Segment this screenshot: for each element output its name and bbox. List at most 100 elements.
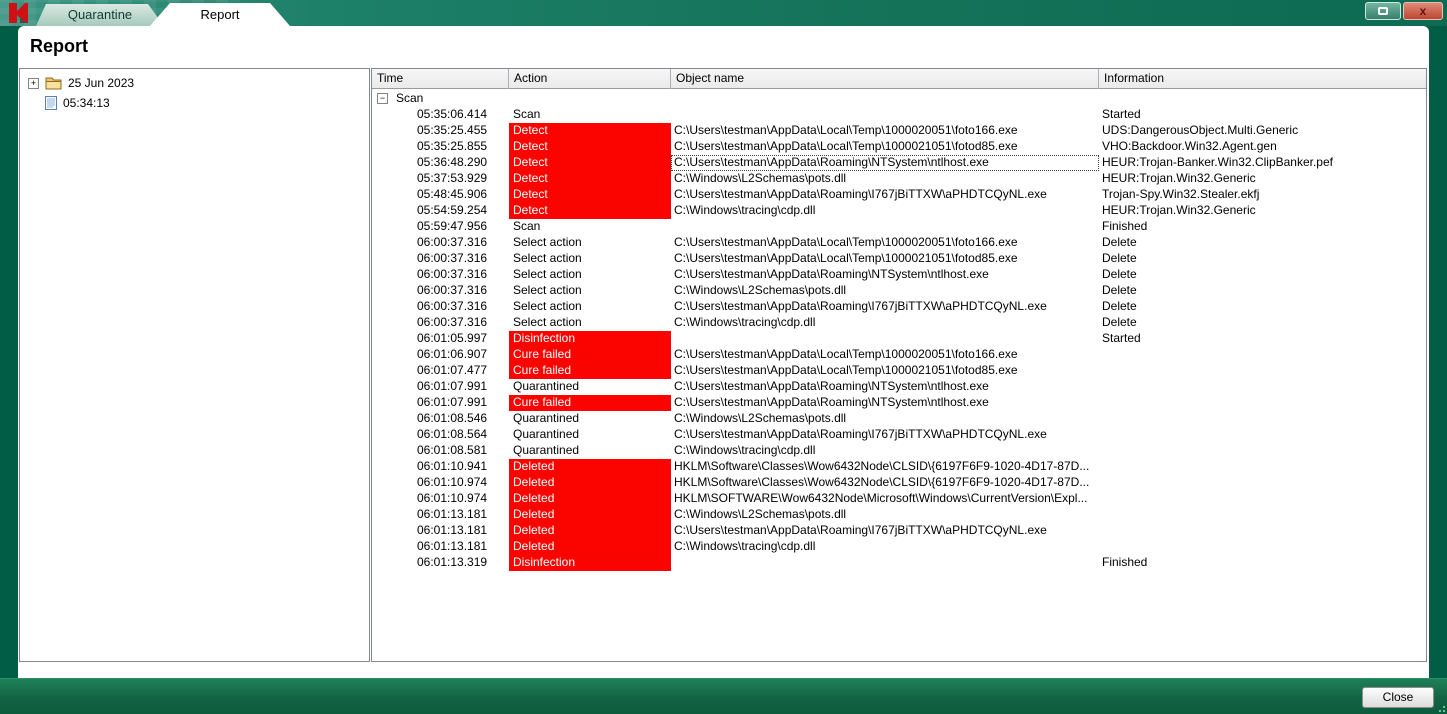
close-button[interactable]: Close: [1362, 687, 1434, 708]
table-row[interactable]: 06:00:37.316 Select action C:\Users\testma…: [372, 299, 1426, 315]
cell-action: Scan: [513, 219, 541, 233]
window-close-button[interactable]: x: [1403, 2, 1443, 20]
cell-action: Cure failed: [509, 363, 671, 379]
cell-time: 05:35:06.414: [417, 107, 488, 121]
cell-action: Deleted: [509, 459, 671, 475]
cell-object: [671, 107, 1099, 123]
table-row[interactable]: 05:35:25.455 Detect C:\Users\testman\AppDa…: [372, 123, 1426, 139]
table-row[interactable]: 06:01:07.991 Cure failed C:\Users\testman\…: [372, 395, 1426, 411]
table-row[interactable]: 06:01:06.907 Cure failed C:\Users\testman\…: [372, 347, 1426, 363]
cell-information: [1099, 459, 1425, 475]
cell-action: Deleted: [509, 507, 671, 523]
table-row[interactable]: 05:36:48.290 Detect C:\Users\testman\AppDa…: [372, 155, 1426, 171]
table-row[interactable]: 06:00:37.316 Select action C:\Windows\L2Sc…: [372, 283, 1426, 299]
cell-information: HEUR:Trojan.Win32.Generic: [1102, 203, 1256, 217]
table-row[interactable]: 06:01:08.564 Quarantined C:\Users\testman\…: [372, 427, 1426, 443]
table-row[interactable]: 05:48:45.906 Detect C:\Users\testman\AppDa…: [372, 187, 1426, 203]
cell-action: Detect: [509, 123, 671, 139]
folder-icon: [45, 77, 62, 89]
table-row[interactable]: 06:01:10.974 Deleted HKLM\Software\Classes…: [372, 475, 1426, 491]
cell-information: [1099, 443, 1425, 459]
cell-action: Select action: [513, 267, 582, 281]
table-row[interactable]: 06:00:37.316 Select action C:\Users\testma…: [372, 235, 1426, 251]
tree-item-time[interactable]: 05:34:13: [20, 93, 110, 113]
table-row[interactable]: 06:01:07.477 Cure failed C:\Users\testman\…: [372, 363, 1426, 379]
column-header-action[interactable]: Action: [509, 69, 671, 89]
table-row[interactable]: 05:37:53.929 Detect C:\Windows\L2Schemas\p…: [372, 171, 1426, 187]
cell-action: Select action: [513, 235, 582, 249]
cell-action: Select action: [513, 283, 582, 297]
table-row[interactable]: 06:01:13.181 Deleted C:\Users\testman\AppD…: [372, 523, 1426, 539]
cell-information: [1099, 507, 1425, 523]
cell-time: 06:00:37.316: [417, 251, 488, 265]
cell-information: Delete: [1102, 235, 1137, 249]
cell-information: Delete: [1102, 315, 1137, 329]
cell-object: [671, 219, 1099, 235]
column-header-time[interactable]: Time: [372, 69, 509, 89]
cell-object: C:\Windows\tracing\cdp.dll: [674, 443, 816, 457]
cell-time: 06:01:07.477: [417, 363, 488, 377]
cell-action: Deleted: [509, 539, 671, 555]
cell-information: Delete: [1102, 283, 1137, 297]
table-row[interactable]: 06:00:37.316 Select action C:\Users\testma…: [372, 267, 1426, 283]
footer-bar: Close: [0, 678, 1447, 714]
cell-object: C:\Users\testman\AppData\Local\Temp\1000…: [674, 251, 1018, 265]
table-row[interactable]: 06:00:37.316 Select action C:\Users\testma…: [372, 251, 1426, 267]
minimize-button[interactable]: [1365, 2, 1401, 20]
cell-action: Cure failed: [509, 395, 671, 411]
expand-icon[interactable]: +: [28, 77, 39, 89]
resize-grip[interactable]: [1435, 702, 1445, 712]
cell-time: 05:54:59.254: [417, 203, 488, 217]
table-row[interactable]: 06:01:13.181 Deleted C:\Windows\L2Schemas\…: [372, 507, 1426, 523]
cell-time: 06:01:13.181: [417, 539, 488, 553]
table-rows: − Scan 05:35:06.414 Scan Started 05:35:25.4…: [372, 91, 1426, 661]
cell-object: C:\Windows\L2Schemas\pots.dll: [674, 507, 847, 521]
table-row[interactable]: 05:35:25.855 Detect C:\Users\testman\AppDa…: [372, 139, 1426, 155]
cell-time: 06:01:13.319: [417, 555, 488, 569]
cell-action: Scan: [513, 107, 541, 121]
table-group-row[interactable]: − Scan: [372, 91, 1426, 107]
table-row[interactable]: 05:59:47.956 Scan Finished: [372, 219, 1426, 235]
cell-object: C:\Users\testman\AppData\Local\Temp\1000…: [674, 123, 1018, 137]
table-row[interactable]: 06:01:10.941 Deleted HKLM\Software\Classes…: [372, 459, 1426, 475]
tab-report[interactable]: Report: [150, 3, 290, 26]
tree-item-label: 25 Jun 2023: [68, 76, 135, 90]
cell-time: 06:01:08.546: [417, 411, 488, 425]
table-row[interactable]: 05:54:59.254 Detect C:\Windows\tracing\cdp…: [372, 203, 1426, 219]
table-row[interactable]: 06:01:05.997 Disinfection Started: [372, 331, 1426, 347]
cell-time: 06:01:08.564: [417, 427, 488, 441]
table-row[interactable]: 05:35:06.414 Scan Started: [372, 107, 1426, 123]
cell-time: 06:00:37.316: [417, 267, 488, 281]
tab-quarantine[interactable]: Quarantine: [36, 4, 164, 26]
table-row[interactable]: 06:01:08.546 Quarantined C:\Windows\L2Sche…: [372, 411, 1426, 427]
table-header: Time Action Object name Information: [372, 69, 1426, 89]
cell-information: HEUR:Trojan.Win32.Generic: [1102, 171, 1256, 185]
collapse-icon[interactable]: −: [377, 93, 388, 104]
cell-object: C:\Users\testman\AppData\Local\Temp\1000…: [674, 139, 1018, 153]
cell-object: [671, 555, 1099, 571]
kaspersky-logo: [9, 3, 28, 23]
cell-time: 05:36:48.290: [417, 155, 488, 169]
cell-information: Delete: [1102, 299, 1137, 313]
cell-information: Started: [1102, 331, 1141, 345]
table-row[interactable]: 06:01:10.974 Deleted HKLM\SOFTWARE\Wow6432…: [372, 491, 1426, 507]
cell-action: Cure failed: [509, 347, 671, 363]
column-header-object[interactable]: Object name: [671, 69, 1099, 89]
cell-time: 06:01:07.991: [417, 395, 488, 409]
table-row[interactable]: 06:01:08.581 Quarantined C:\Windows\tracin…: [372, 443, 1426, 459]
cell-time: 06:01:13.181: [417, 523, 488, 537]
cell-object: C:\Users\testman\AppData\Roaming\I767jBi…: [674, 523, 1047, 537]
cell-object: HKLM\SOFTWARE\Wow6432Node\Microsoft\Wind…: [674, 491, 1088, 505]
cell-action: Quarantined: [513, 379, 580, 393]
cell-information: [1099, 491, 1425, 507]
close-icon: x: [1419, 4, 1427, 18]
tree-item-date[interactable]: + 25 Jun 2023: [20, 73, 134, 93]
table-row[interactable]: 06:01:07.991 Quarantined C:\Users\testman\…: [372, 379, 1426, 395]
minimize-icon: [1378, 7, 1388, 15]
cell-object: C:\Windows\tracing\cdp.dll: [674, 539, 816, 553]
column-header-information[interactable]: Information: [1099, 69, 1426, 89]
table-row[interactable]: 06:00:37.316 Select action C:\Windows\trac…: [372, 315, 1426, 331]
table-row[interactable]: 06:01:13.319 Disinfection Finished: [372, 555, 1426, 571]
table-row[interactable]: 06:01:13.181 Deleted C:\Windows\tracing\cd…: [372, 539, 1426, 555]
cell-action: Quarantined: [513, 443, 580, 457]
